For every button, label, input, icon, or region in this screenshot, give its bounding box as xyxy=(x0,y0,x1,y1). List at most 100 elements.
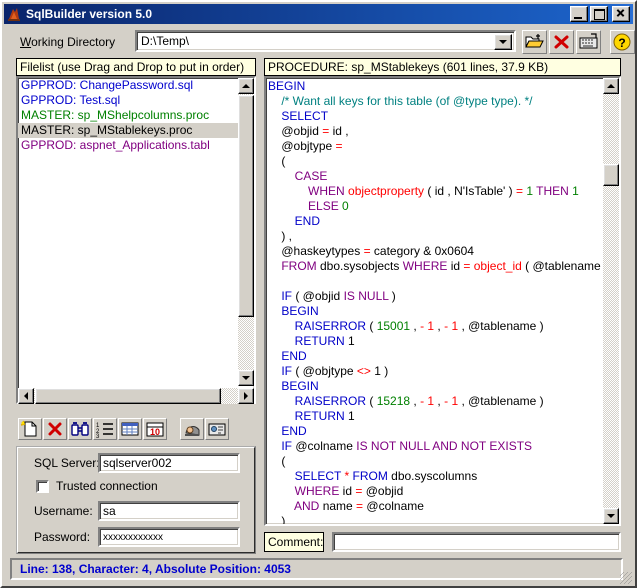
password-label: Password: xyxy=(34,530,90,544)
working-directory-label: Working Directory xyxy=(20,35,115,49)
filelist-scroll-right-button[interactable] xyxy=(238,388,254,404)
filelist-scroll-thumb[interactable] xyxy=(238,95,254,317)
password-input[interactable]: xxxxxxxxxxxx xyxy=(98,527,240,547)
open-folder-button[interactable] xyxy=(522,30,547,54)
new-file-button[interactable] xyxy=(18,418,42,440)
code-line: ( xyxy=(268,454,601,469)
code-line: END xyxy=(268,424,601,439)
keyboard-button[interactable] xyxy=(576,30,601,54)
table-grid-icon xyxy=(119,419,141,439)
filelist-hscrollbar[interactable] xyxy=(18,388,254,404)
find-button[interactable] xyxy=(68,418,92,440)
window-title: SqlBuilder version 5.0 xyxy=(26,7,570,21)
code-line: END xyxy=(268,349,601,364)
code-line: ) , xyxy=(268,229,601,244)
code-line: BEGIN xyxy=(268,79,601,94)
code-line: IF ( @objtype <> 1 ) xyxy=(268,364,601,379)
code-line: IF @colname IS NOT NULL AND NOT EXISTS xyxy=(268,439,601,454)
code-line: FROM dbo.sysobjects WHERE id = object_id… xyxy=(268,259,601,274)
code-scroll-down-button[interactable] xyxy=(603,508,619,524)
resize-grip[interactable] xyxy=(620,572,632,584)
chevron-down-icon[interactable] xyxy=(494,34,512,50)
working-directory-combo[interactable]: D:\Temp\ xyxy=(135,30,516,52)
code-line: WHEN objectproperty ( id , N'IsTable' ) … xyxy=(268,184,601,199)
sqlbuilder-window: SqlBuilder version 5.0 Working Directory… xyxy=(0,0,637,588)
run-button[interactable] xyxy=(180,418,204,440)
minimize-button[interactable] xyxy=(570,6,588,22)
comment-input[interactable] xyxy=(332,532,621,552)
code-line: RETURN 1 xyxy=(268,409,601,424)
svg-text:10: 10 xyxy=(150,427,160,437)
sql-server-input[interactable]: sqlserver002 xyxy=(98,453,240,473)
help-question-icon: ? xyxy=(611,31,634,53)
code-line: END xyxy=(268,214,601,229)
new-document-icon xyxy=(19,419,41,439)
filelist-vscrollbar[interactable] xyxy=(238,78,254,386)
helmet-icon xyxy=(181,419,203,439)
code-lines[interactable]: BEGIN /* Want all keys for this table (o… xyxy=(268,79,601,524)
help-button[interactable]: ? xyxy=(610,30,635,54)
delete-button[interactable] xyxy=(549,30,574,54)
close-button[interactable] xyxy=(612,6,630,22)
calendar-button[interactable]: 10 xyxy=(143,418,167,440)
list-item[interactable]: GPPROD: aspnet_Applications.tabl xyxy=(18,138,254,153)
binoculars-icon xyxy=(69,419,91,439)
list-item[interactable]: MASTER: sp_MStablekeys.proc xyxy=(18,123,254,138)
code-line: ELSE 0 xyxy=(268,199,601,214)
filelist-rows: GPPROD: ChangePassword.sqlGPPROD: Test.s… xyxy=(18,78,254,153)
code-line: @objtype = xyxy=(268,139,601,154)
id-card-icon xyxy=(206,419,228,439)
trusted-connection-label[interactable]: Trusted connection xyxy=(56,479,158,493)
code-panel-caption: PROCEDURE: sp_MStablekeys (601 lines, 37… xyxy=(264,58,621,76)
code-line: BEGIN xyxy=(268,379,601,394)
app-icon xyxy=(6,6,22,22)
code-line: /* Want all keys for this table (of @typ… xyxy=(268,94,601,109)
code-line: BEGIN xyxy=(268,304,601,319)
code-scroll-thumb[interactable] xyxy=(603,164,619,186)
calendar-icon: 10 xyxy=(144,419,166,439)
sql-server-label: SQL Server: xyxy=(34,456,100,470)
maximize-button[interactable] xyxy=(590,6,608,22)
list-item[interactable]: GPPROD: Test.sql xyxy=(18,93,254,108)
grid-button[interactable] xyxy=(118,418,142,440)
code-line: @objid = id , xyxy=(268,124,601,139)
keyboard-icon xyxy=(577,31,600,53)
code-line: IF ( @objid IS NULL ) xyxy=(268,289,601,304)
username-label: Username: xyxy=(34,504,93,518)
status-text: Line: 138, Character: 4, Absolute Positi… xyxy=(20,562,291,576)
code-vscrollbar[interactable] xyxy=(603,78,619,524)
connection-panel: SQL Server: sqlserver002 Trusted connect… xyxy=(16,446,256,554)
filelist-scroll-up-button[interactable] xyxy=(238,78,254,94)
open-folder-icon xyxy=(523,31,546,53)
code-scroll-up-button[interactable] xyxy=(603,78,619,94)
code-line: SELECT xyxy=(268,109,601,124)
filelist-scroll-left-button[interactable] xyxy=(18,388,34,404)
code-line: ( xyxy=(268,154,601,169)
list-item[interactable]: GPPROD: ChangePassword.sql xyxy=(18,78,254,93)
username-input[interactable]: sa xyxy=(98,501,240,521)
filelist-hscroll-thumb[interactable] xyxy=(35,388,221,404)
title-bar: SqlBuilder version 5.0 xyxy=(4,4,633,24)
code-line xyxy=(268,274,601,289)
code-line: SELECT * FROM dbo.syscolumns xyxy=(268,469,601,484)
sort-list-icon: 1 2 3 xyxy=(94,419,116,439)
list-item[interactable]: MASTER: sp_MShelpcolumns.proc xyxy=(18,108,254,123)
filelist-scroll-down-button[interactable] xyxy=(238,370,254,386)
comment-label: Comment: xyxy=(264,532,324,552)
filelist-caption: Filelist (use Drag and Drop to put in or… xyxy=(16,58,256,76)
working-directory-input[interactable]: D:\Temp\ xyxy=(141,34,189,48)
code-line: CASE xyxy=(268,169,601,184)
sort-button[interactable]: 1 2 3 xyxy=(93,418,117,440)
code-line: @haskeytypes = category & 0x0604 xyxy=(268,244,601,259)
working-directory-row: Working Directory D:\Temp\ xyxy=(10,30,631,56)
window-buttons xyxy=(570,6,630,22)
status-bar: Line: 138, Character: 4, Absolute Positi… xyxy=(10,558,623,580)
remove-file-button[interactable] xyxy=(43,418,67,440)
trusted-connection-checkbox[interactable] xyxy=(36,480,49,493)
code-editor[interactable]: BEGIN /* Want all keys for this table (o… xyxy=(264,76,621,526)
filelist-listbox[interactable]: GPPROD: ChangePassword.sqlGPPROD: Test.s… xyxy=(16,76,256,404)
code-line: RETURN 1 xyxy=(268,334,601,349)
card-button[interactable] xyxy=(205,418,229,440)
svg-text:?: ? xyxy=(618,36,625,50)
code-line: AND name = @colname xyxy=(268,499,601,514)
